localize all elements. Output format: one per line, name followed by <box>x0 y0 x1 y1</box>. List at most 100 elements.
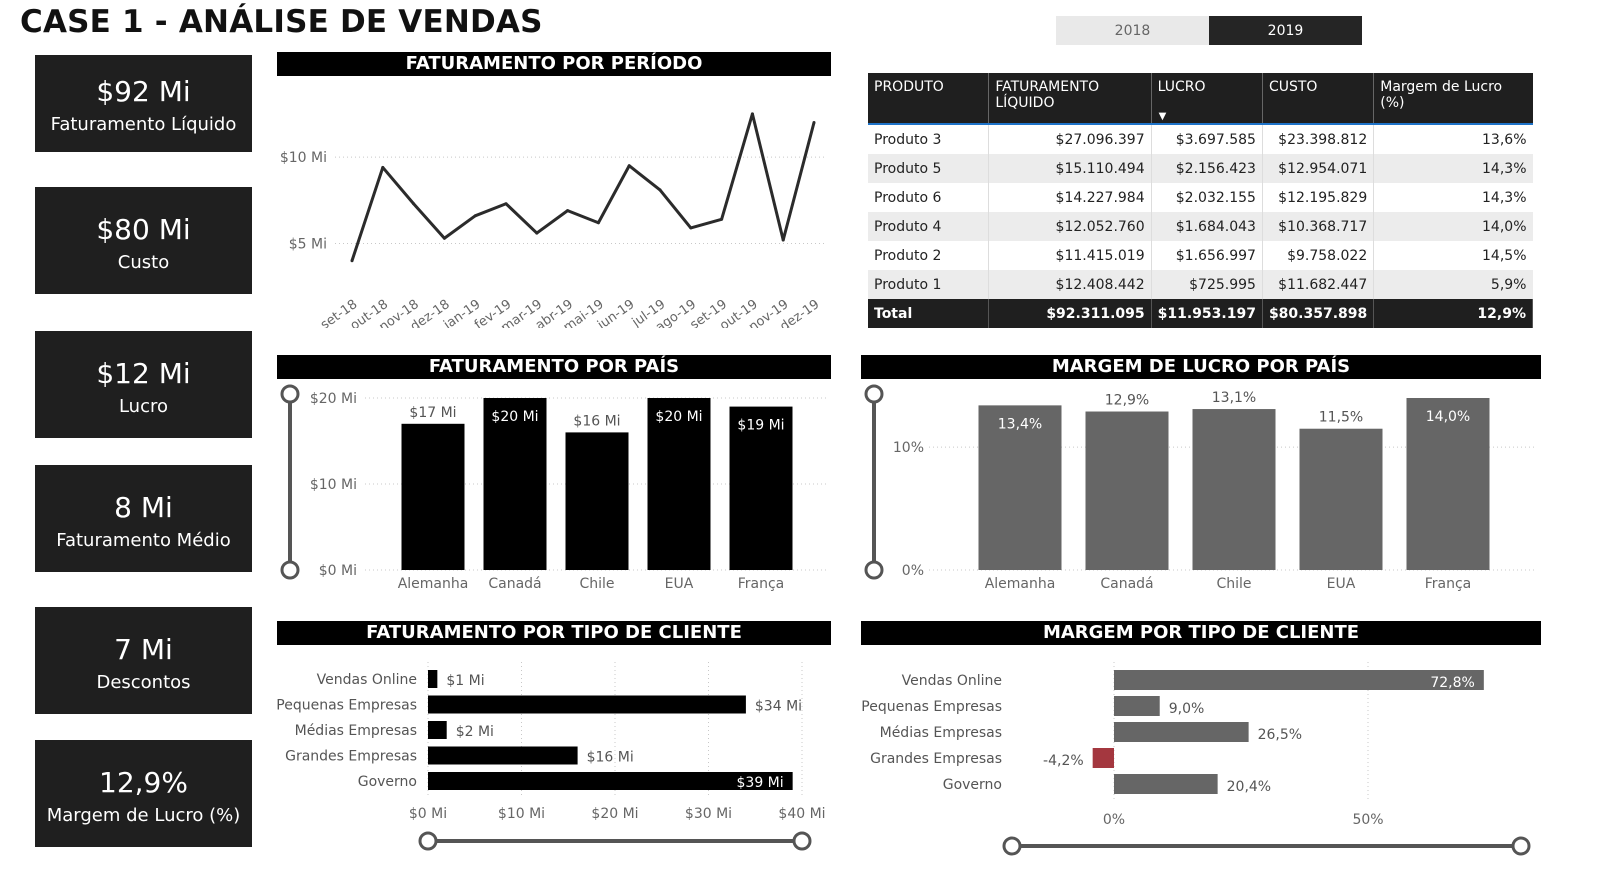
y-tick-label: $20 Mi <box>310 391 357 407</box>
kpi-label: Descontos <box>96 672 191 693</box>
column-header-custo[interactable]: CUSTO <box>1262 73 1375 124</box>
table-row[interactable]: Produto 4 $12.052.760 $1.684.043 $10.368.71… <box>868 212 1533 241</box>
bar <box>428 721 447 739</box>
data-label: 13,1% <box>1212 390 1256 406</box>
bar <box>1085 411 1169 570</box>
kpi-value: $92 Mi <box>96 75 191 108</box>
column-header-margem[interactable]: Margem de Lucro (%) <box>1373 73 1533 124</box>
table-cell: $3.697.585 <box>1151 124 1263 154</box>
y-tick-label: 10% <box>893 440 924 456</box>
data-point <box>720 217 724 221</box>
table-row[interactable]: Produto 5 $15.110.494 $2.156.423 $12.954.07… <box>868 154 1533 183</box>
product-table: PRODUTO FATURAMENTO LÍQUIDO LUCRO ▼ CUST… <box>868 73 1533 328</box>
y-category-label: Grandes Empresas <box>870 751 1002 767</box>
table-cell: 14,5% <box>1482 247 1527 264</box>
y-category-label: Médias Empresas <box>295 723 417 739</box>
table-cell: 14,0% <box>1373 212 1533 241</box>
x-tick-label: EUA <box>665 576 694 592</box>
data-point <box>812 121 816 125</box>
data-point <box>689 226 693 230</box>
data-label: 20,4% <box>1227 779 1271 795</box>
range-slider-handle-icon <box>864 384 884 404</box>
x-tick-label: Alemanha <box>398 576 469 592</box>
data-label: 14,0% <box>1426 409 1470 425</box>
kpi-label: Faturamento Médio <box>56 530 231 551</box>
table-cell: $10.368.717 <box>1262 212 1375 241</box>
table-cell: 13,6% <box>1482 131 1527 148</box>
data-point <box>442 236 446 240</box>
table-cell: Produto 3 <box>868 124 990 154</box>
kpi-label: Custo <box>117 252 170 273</box>
year-slicer-2018[interactable]: 2018 <box>1056 16 1209 45</box>
column-header-lucro-label: LUCRO <box>1157 79 1206 95</box>
data-label: 72,8% <box>1430 675 1474 691</box>
table-cell: Produto 5 <box>868 154 990 183</box>
kpi-card-custo: $80 Mi Custo <box>35 187 252 294</box>
bar-chart-margem-cliente: 0% 50% Vendas Online 72,8% Pequenas Empresas… <box>861 662 1531 856</box>
range-slider-handle-icon <box>280 384 300 404</box>
column-header-lucro[interactable]: LUCRO ▼ <box>1151 73 1263 124</box>
chart-title-faturamento-cliente: FATURAMENTO POR TIPO DE CLIENTE <box>277 621 831 645</box>
range-slider-handle-icon <box>418 831 438 851</box>
table-row[interactable]: Produto 6 $14.227.984 $2.032.155 $12.195.82… <box>868 183 1533 212</box>
table-row[interactable]: Produto 1 $12.408.442 $725.995 $11.682.447 5… <box>868 270 1533 299</box>
data-point <box>750 112 754 116</box>
table-total-cell: $11.953.197 <box>1151 299 1263 328</box>
bar-chart-faturamento-pais: $0 Mi $10 Mi $20 Mi $17 Mi Alemanha $20 Mi Can… <box>280 384 829 592</box>
table-total-cell: $92.311.095 <box>988 299 1152 328</box>
y-tick-label: $5 Mi <box>289 236 327 252</box>
table-row[interactable]: Produto 3 $27.096.397 $3.697.585 $23.398.81… <box>868 124 1533 154</box>
y-category-label: Pequenas Empresas <box>861 699 1002 715</box>
data-label: 11,5% <box>1319 410 1363 426</box>
chart-title-faturamento-periodo: FATURAMENTO POR PERÍODO <box>277 52 831 76</box>
bar <box>428 670 438 688</box>
data-label: $20 Mi <box>655 409 702 425</box>
x-tick-label: $40 Mi <box>778 806 825 822</box>
product-table-body: Produto 3 $27.096.397 $3.697.585 $23.398.81… <box>868 124 1533 328</box>
bar <box>401 423 465 570</box>
kpi-value: 12,9% <box>99 766 188 799</box>
range-slider-handle-icon <box>864 560 884 580</box>
x-tick-label: Alemanha <box>985 576 1056 592</box>
table-cell: $15.110.494 <box>988 154 1152 183</box>
data-label: 13,4% <box>998 416 1042 432</box>
table-cell: $12.052.760 <box>988 212 1152 241</box>
column-header-produto[interactable]: PRODUTO <box>868 73 990 124</box>
table-cell: $12.954.071 <box>1262 154 1375 183</box>
column-header-faturamento[interactable]: FATURAMENTO LÍQUIDO <box>988 73 1152 124</box>
chart-title-margem-cliente: MARGEM POR TIPO DE CLIENTE <box>861 621 1541 645</box>
data-point <box>781 238 785 242</box>
range-slider-handle-icon <box>1002 836 1022 856</box>
table-cell: $9.758.022 <box>1262 241 1375 270</box>
data-point <box>350 259 354 263</box>
data-label: $1 Mi <box>446 673 484 689</box>
x-tick-label: EUA <box>1327 576 1356 592</box>
table-cell: $27.096.397 <box>988 124 1152 154</box>
data-point <box>596 221 600 225</box>
data-label: -4,2% <box>1043 753 1084 769</box>
data-point <box>566 209 570 213</box>
table-cell: $2.156.423 <box>1151 154 1263 183</box>
table-cell: Produto 2 <box>868 241 990 270</box>
data-point <box>473 214 477 218</box>
year-slicer-2019[interactable]: 2019 <box>1209 16 1362 45</box>
table-row[interactable]: Produto 2 $11.415.019 $1.656.997 $9.758.022… <box>868 241 1533 270</box>
y-tick-label: 0% <box>902 563 924 579</box>
x-tick-label: $0 Mi <box>409 806 447 822</box>
table-cell: $12.195.829 <box>1262 183 1375 212</box>
data-label: $20 Mi <box>491 409 538 425</box>
kpi-card-lucro: $12 Mi Lucro <box>35 331 252 438</box>
data-point <box>412 202 416 206</box>
kpi-card-faturamento-medio: 8 Mi Faturamento Médio <box>35 465 252 572</box>
kpi-value: $80 Mi <box>96 213 191 246</box>
range-slider-handle-icon <box>792 831 812 851</box>
table-cell: 14,3% <box>1373 154 1533 183</box>
data-label: $16 Mi <box>573 413 620 429</box>
line-chart-faturamento-periodo: $5 Mi$10 Miset-18out-18nov-18dez-18jan-1… <box>280 112 825 328</box>
kpi-label: Margem de Lucro (%) <box>46 805 241 826</box>
bar <box>1092 748 1114 768</box>
table-cell: $11.682.447 <box>1262 270 1375 299</box>
x-tick-label: Canadá <box>1100 576 1153 592</box>
data-label: $2 Mi <box>456 724 494 740</box>
y-category-label: Pequenas Empresas <box>277 698 417 714</box>
